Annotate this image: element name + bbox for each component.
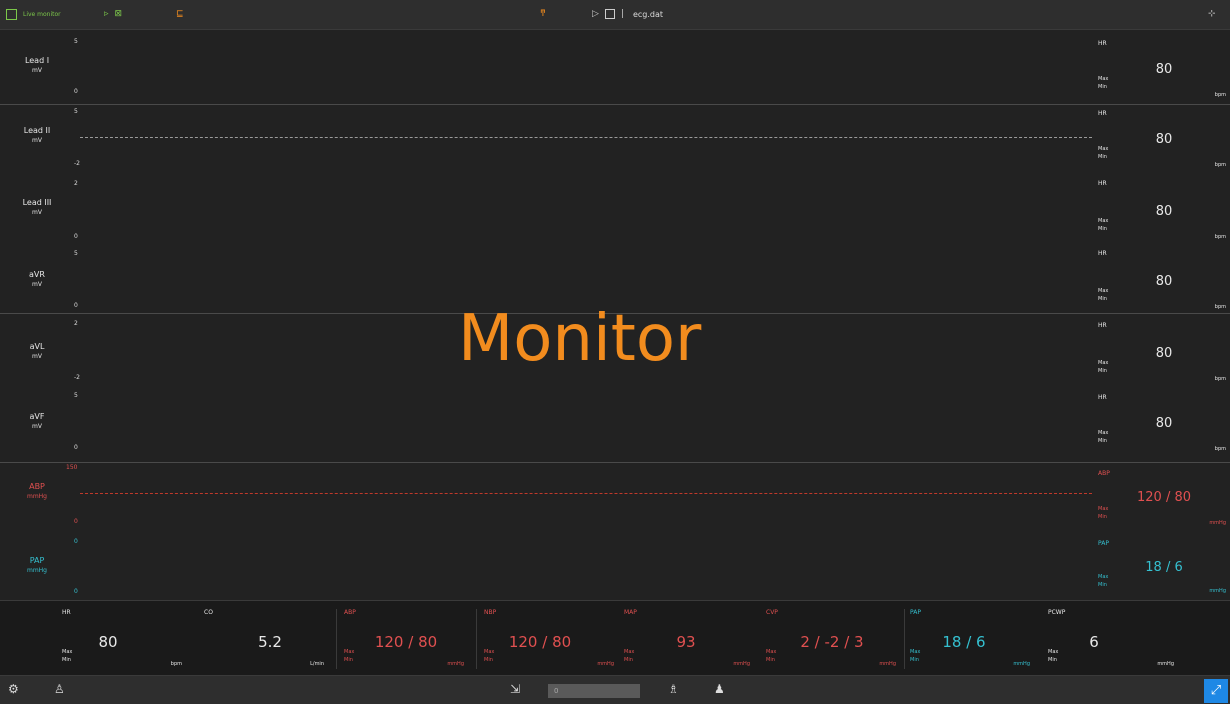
logo-icon	[6, 8, 17, 20]
param-box-hr[interactable]: HR 80 Max Min bpm	[1094, 390, 1230, 458]
export-icon[interactable]: ⇲	[510, 682, 520, 696]
alarm-icon[interactable]: ͳ	[540, 9, 546, 19]
scale-bottom: -2	[74, 160, 80, 167]
scale-top: 0	[74, 538, 78, 545]
channel-label-lead-iii: Lead III mV	[22, 198, 52, 216]
pause-icon[interactable]: |	[621, 9, 624, 19]
bottom-toolbar: ⚙ ♙ ⇲ 0 ♗ ♟ ⤢	[0, 675, 1230, 704]
forward-icon[interactable]: ▷	[592, 9, 599, 19]
numeric-cell-abp[interactable]: ABP 120 / 80 Max Min mmHg	[340, 607, 470, 671]
file-name-field[interactable]: ecg.dat	[630, 7, 694, 21]
param-box-hr[interactable]: HR 80 Max Min bpm	[1094, 106, 1230, 174]
strip-divider	[476, 609, 477, 669]
numeric-cell-map[interactable]: MAP 93 Max Min mmHg	[620, 607, 756, 671]
param-box-hr[interactable]: HR 80 Max Min bpm	[1094, 36, 1230, 104]
user-icon[interactable]: ♙	[54, 682, 65, 696]
scale-bottom: 0	[74, 88, 78, 95]
channel-label-avr: aVR mV	[29, 270, 45, 288]
param-box-hr[interactable]: HR 80 Max Min bpm	[1094, 176, 1230, 244]
record-icon[interactable]: ⊑	[176, 9, 184, 19]
channel-label-avf: aVF mV	[29, 412, 45, 430]
strip-divider	[904, 609, 905, 669]
person-add-icon[interactable]: ♗	[668, 682, 679, 696]
channel-divider	[0, 104, 1230, 105]
step-icon[interactable]: ⊠	[115, 9, 123, 19]
playback-slider[interactable]: 0	[548, 684, 640, 698]
numeric-cell-hr[interactable]: HR 80 Max Min bpm	[58, 607, 188, 671]
param-box-pap[interactable]: PAP 18 / 6 Max Min mmHg	[1094, 536, 1230, 600]
channel-label-lead-i: Lead I mV	[24, 56, 50, 74]
scale-top: 5	[74, 108, 78, 115]
scale-bottom: -2	[74, 374, 80, 381]
scale-top: 150	[66, 464, 78, 471]
watermark-text: Monitor	[458, 302, 702, 376]
numeric-cell-nbp[interactable]: NBP 120 / 80 Max Min mmHg	[480, 607, 620, 671]
scale-top: 5	[74, 392, 78, 399]
baseline-dashed-red	[80, 493, 1092, 494]
scale-bottom: 0	[74, 444, 78, 451]
waveform-area: Lead I mV 5 0 Lead II mV 5 -2 Lead III m…	[0, 30, 1230, 600]
scale-top: 5	[74, 250, 78, 257]
param-box-hr[interactable]: HR 80 Max Min bpm	[1094, 318, 1230, 386]
scale-bottom: 0	[74, 233, 78, 240]
settings-icon[interactable]: ⊹	[1208, 9, 1216, 19]
scale-bottom: 0	[74, 518, 78, 525]
scale-top: 5	[74, 38, 78, 45]
scale-bottom: 0	[74, 302, 78, 309]
logo: Live monitor	[6, 6, 61, 22]
channel-label-pap: PAP mmHg	[26, 556, 47, 574]
channel-label-abp: ABP mmHg	[26, 482, 47, 500]
stop-icon[interactable]	[604, 9, 615, 19]
channel-label-lead-ii: Lead II mV	[23, 126, 51, 144]
baseline-dashed	[80, 137, 1092, 138]
strip-divider	[336, 609, 337, 669]
logo-text: Live monitor	[23, 10, 61, 18]
numeric-cell-pap[interactable]: PAP 18 / 6 Max Min mmHg	[906, 607, 1036, 671]
scale-bottom: 0	[74, 588, 78, 595]
scale-top: 2	[74, 180, 78, 187]
numeric-strip: HR 80 Max Min bpm CO 5.2 L/min ABP 120 /…	[0, 600, 1230, 675]
transport-controls: ▷ | ecg.dat	[592, 6, 694, 22]
playback-controls: ▹ ⊠	[104, 6, 122, 22]
numeric-cell-cvp[interactable]: CVP 2 / -2 / 3 Max Min mmHg	[762, 607, 902, 671]
record-control: ⊑	[176, 6, 184, 22]
param-box-hr[interactable]: HR 80 Max Min bpm	[1094, 246, 1230, 314]
scale-top: 2	[74, 320, 78, 327]
gear-icon[interactable]: ⚙	[8, 682, 19, 696]
expand-icon[interactable]: ⤢	[1204, 679, 1228, 703]
person-icon[interactable]: ♟	[714, 682, 725, 696]
settings-control: ⊹	[1208, 6, 1216, 22]
param-box-abp[interactable]: ABP 120 / 80 Max Min mmHg	[1094, 466, 1230, 536]
numeric-cell-co[interactable]: CO 5.2 L/min	[200, 607, 330, 671]
alarm-control: ͳ	[540, 6, 546, 22]
channel-divider	[0, 462, 1230, 463]
play-icon[interactable]: ▹	[104, 9, 109, 19]
channel-label-avl: aVL mV	[29, 342, 45, 360]
numeric-cell-pcwp[interactable]: PCWP 6 Max Min mmHg	[1044, 607, 1180, 671]
top-toolbar: Live monitor ▹ ⊠ ⊑ ͳ ▷ | ecg.dat ⊹	[0, 0, 1230, 30]
